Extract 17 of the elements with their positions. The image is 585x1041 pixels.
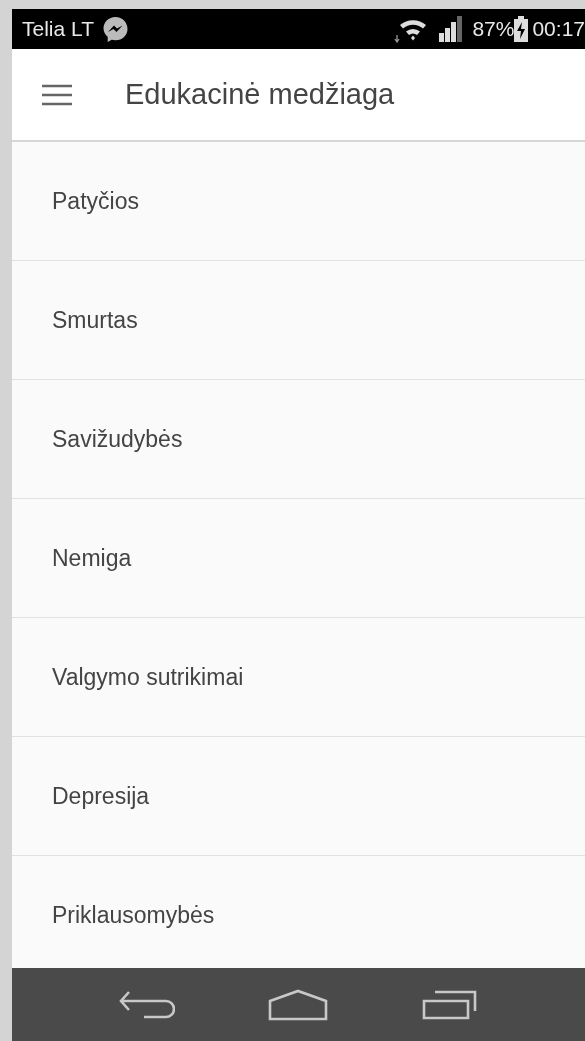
list-item[interactable]: Valgymo sutrikimai [12,618,585,737]
screen-title: Edukacinė medžiaga [125,78,395,111]
list-item[interactable]: Patyčios [12,142,585,261]
list-item[interactable]: Depresija [12,737,585,856]
back-icon[interactable] [118,989,175,1020]
list-item[interactable]: Savižudybės [12,380,585,499]
messenger-icon [102,15,129,43]
menu-icon[interactable] [41,82,73,107]
signal-icon [438,16,465,42]
battery-charging-icon [514,16,529,42]
home-icon[interactable] [268,988,329,1021]
list-item[interactable]: Smurtas [12,261,585,380]
list-item[interactable]: Nemiga [12,499,585,618]
recent-apps-icon[interactable] [422,989,479,1020]
clock-time: 00:17 [532,17,585,41]
carrier-name: Telia LT [22,17,94,41]
battery-percentage: 87% [472,17,515,41]
